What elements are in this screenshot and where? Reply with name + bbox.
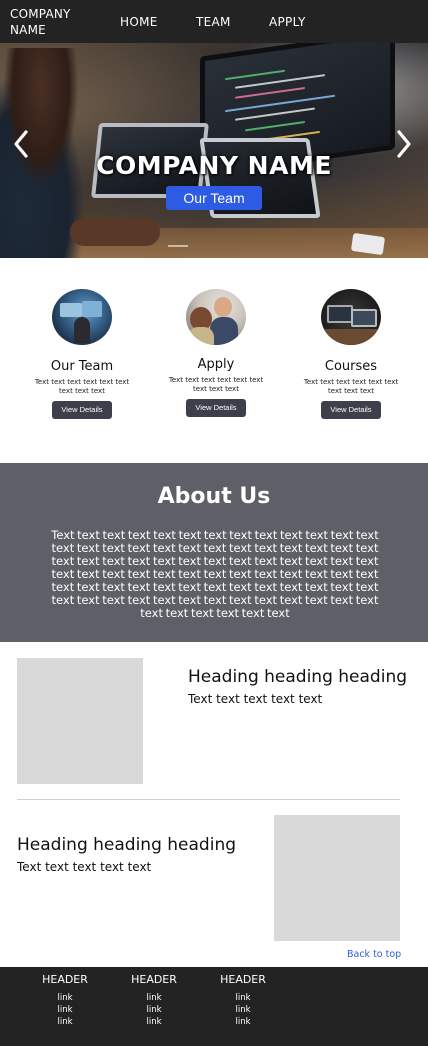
team-photo-avatar [52,289,112,345]
carousel-indicator[interactable] [168,245,188,247]
feature-image-placeholder [17,658,143,784]
footer-column: HEADER link link link [124,973,184,1028]
card-apply: Apply Text text text text text text text… [161,289,271,417]
card-text: Text text text text text text text text … [168,376,264,393]
our-team-button[interactable]: Our Team [166,186,262,210]
carousel-indicators [168,245,260,248]
footer-column-header: HEADER [220,973,266,986]
nav-link-home[interactable]: HOME [120,14,158,30]
feature-heading: Heading heading heading [17,835,237,855]
feature-text: Text text text text text [17,860,152,874]
apply-photo-avatar [186,289,246,345]
footer-column: HEADER link link link [35,973,95,1028]
card-our-team: Our Team Text text text text text text t… [27,289,137,419]
nav-link-apply[interactable]: APPLY [269,14,306,30]
footer-column-header: HEADER [131,973,177,986]
card-title: Apply [197,357,235,372]
view-details-button[interactable]: View Details [52,401,112,419]
nav-link-team[interactable]: TEAM [196,14,231,30]
footer-link[interactable]: link [35,1004,95,1016]
footer-link[interactable]: link [213,1004,273,1016]
top-navbar: COMPANY NAME HOME TEAM APPLY [0,0,428,43]
view-details-button[interactable]: View Details [321,401,381,419]
card-title: Courses [324,359,378,374]
footer-link[interactable]: link [213,992,273,1004]
card-text: Text text text text text text text text … [34,378,130,395]
about-section: About Us Text text text text text text t… [0,463,428,642]
footer-link[interactable]: link [35,1016,95,1028]
brand-logo-text[interactable]: COMPANY NAME [10,6,90,38]
back-to-top-link[interactable]: Back to top [347,949,401,961]
hero-photo-hand [70,218,160,246]
card-text: Text text text text text text text text … [303,378,399,395]
footer-column: HEADER link link link [213,973,273,1028]
footer-link[interactable]: link [124,1016,184,1028]
about-text: Text text text text text text text text … [51,528,379,620]
card-title: Our Team [50,359,114,374]
feature-text: Text text text text text [188,692,323,706]
card-courses: Courses Text text text text text text te… [296,289,406,419]
footer-column-header: HEADER [42,973,88,986]
about-title: About Us [157,484,271,509]
footer-link[interactable]: link [35,992,95,1004]
section-divider [17,799,400,800]
feature-heading: Heading heading heading [188,667,408,687]
footer: HEADER link link link HEADER link link l… [0,967,428,1046]
footer-link[interactable]: link [124,1004,184,1016]
courses-photo-avatar [321,289,381,345]
hero-title: COMPANY NAME [96,151,332,180]
footer-link[interactable]: link [213,1016,273,1028]
feature-image-placeholder [274,815,400,941]
view-details-button[interactable]: View Details [186,399,246,417]
hero-carousel: COMPANY NAME Our Team [0,43,428,258]
footer-link[interactable]: link [124,992,184,1004]
